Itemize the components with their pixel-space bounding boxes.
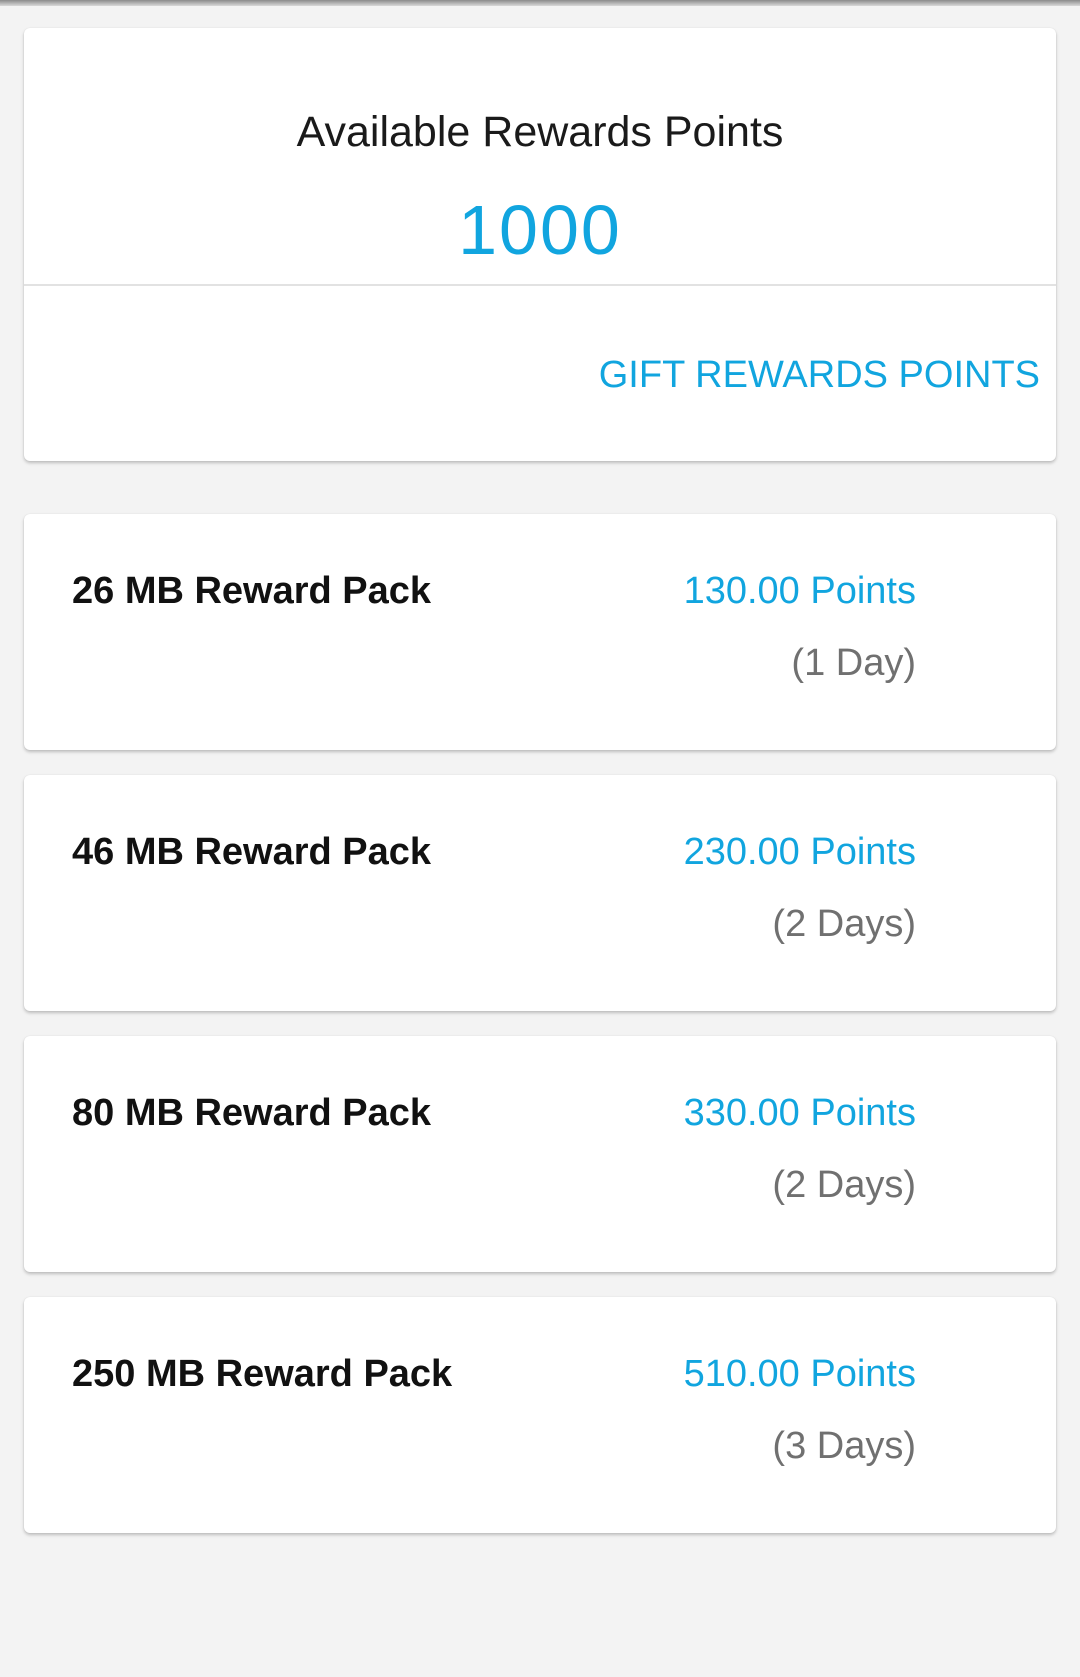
gift-rewards-points-button[interactable]: GIFT REWARDS POINTS	[599, 354, 1040, 397]
reward-pack-duration: (2 Days)	[772, 903, 916, 945]
reward-pack-duration: (1 Day)	[791, 642, 916, 684]
rewards-summary-card: Available Rewards Points 1000 GIFT REWAR…	[24, 28, 1056, 461]
reward-pack-duration: (2 Days)	[772, 1164, 916, 1206]
reward-pack-duration: (3 Days)	[772, 1425, 916, 1467]
reward-pack-points: 130.00 Points	[683, 570, 916, 612]
reward-pack-name: 80 MB Reward Pack	[72, 1092, 432, 1134]
reward-pack-name: 26 MB Reward Pack	[72, 570, 432, 612]
reward-pack-name: 250 MB Reward Pack	[72, 1353, 453, 1395]
reward-pack-name: 46 MB Reward Pack	[72, 831, 432, 873]
status-bar-edge	[0, 0, 1080, 6]
rewards-points-value: 1000	[458, 191, 622, 269]
reward-pack-card[interactable]: 46 MB Reward Pack 230.00 Points (2 Days)	[24, 775, 1056, 1011]
reward-pack-card[interactable]: 250 MB Reward Pack 510.00 Points (3 Days…	[24, 1297, 1056, 1533]
rewards-title: Available Rewards Points	[296, 108, 784, 156]
reward-pack-card[interactable]: 80 MB Reward Pack 330.00 Points (2 Days)	[24, 1036, 1056, 1272]
rewards-summary-header: Available Rewards Points 1000	[24, 28, 1056, 286]
reward-pack-card[interactable]: 26 MB Reward Pack 130.00 Points (1 Day)	[24, 514, 1056, 750]
reward-pack-points: 330.00 Points	[683, 1092, 916, 1134]
reward-pack-points: 510.00 Points	[683, 1353, 916, 1395]
reward-pack-points: 230.00 Points	[683, 831, 916, 873]
